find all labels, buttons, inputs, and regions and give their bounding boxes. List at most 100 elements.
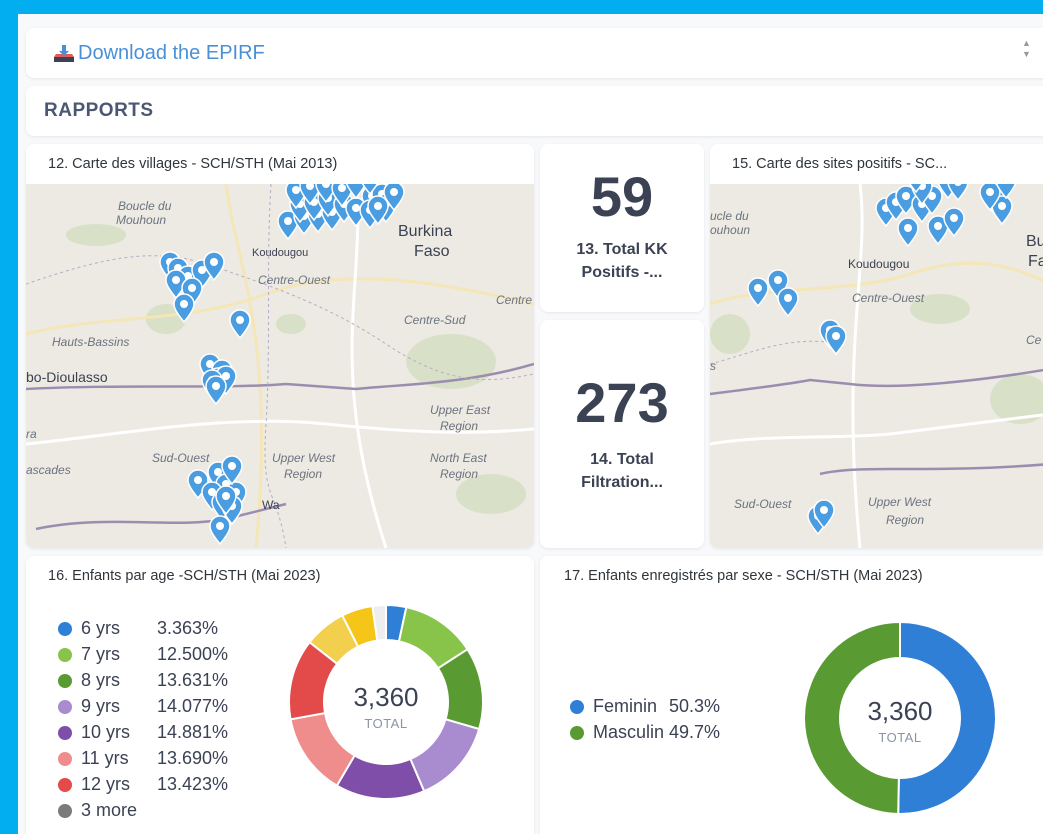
map-place-label: Centre [496,293,532,307]
download-epirf-link[interactable]: Download the EPIRF [78,42,265,65]
map-place-label: ucle du [710,209,749,223]
map-place-label: Region [440,467,478,481]
map-place-label: s [710,359,716,373]
map-place-label: Upper West [272,451,336,465]
map-place-label: Centre-Ouest [258,273,331,287]
map-place-label: ascades [26,463,71,477]
map-place-label: ra [26,427,37,441]
donut-total-label: TOTAL [364,716,408,731]
map-place-label: Upper West [868,495,932,509]
map-villages[interactable]: Boucle du Mouhoun Koudougou Burkina Faso Cent… [26,184,534,548]
legend-percent: 49.7% [669,722,721,742]
legend-label: 3 more [81,800,138,820]
donut-total-label: TOTAL [878,730,922,745]
map-place-label: Upper East [430,403,491,417]
legend-swatch [58,725,72,740]
legend-percent: 14.077% [157,696,229,716]
legend-label: 9 yrs [81,696,121,716]
map-place-label: Ce [1026,333,1042,347]
kpi-label: 13. Total KK Positifs -... [576,241,668,281]
legend-item[interactable]: 8 yrs 13.631% [58,670,228,691]
map-place-label: Centre-Ouest [852,291,925,305]
map-place-label: Burkina [398,223,452,240]
legend-label: 6 yrs [81,618,121,638]
map-place-label: Koudougou [252,247,308,259]
legend-label: 11 yrs [81,748,129,768]
legend-swatch [58,673,72,688]
donut-total-value: 3,360 [867,696,933,726]
kpi-total-kk-card[interactable]: 59 13. Total KK Positifs -... [540,144,704,312]
legend-item[interactable]: 11 yrs 13.690% [58,748,228,769]
legend-item[interactable]: 9 yrs 14.077% [58,696,228,717]
download-card: Download the EPIRF ▲ ▼ [26,28,1043,78]
map-place-label: Sud-Ouest [152,451,210,465]
legend-swatch [58,751,72,766]
kpi-value: 273 [575,371,669,434]
map-place-label: Region [284,467,322,481]
legend-item[interactable]: Feminin 50.3% [570,696,720,717]
legend-label: Masculin [593,722,665,742]
legend-item[interactable]: Masculin 49.7% [570,722,720,743]
map-terrain [66,224,126,246]
sex-chart-card[interactable]: 17. Enfants enregistrés par sexe - SCH/S… [540,556,1043,834]
legend-percent: 13.631% [157,670,229,690]
legend-label: Feminin [593,696,658,716]
kpi-label: 14. Total Filtration... [581,451,663,491]
legend-item[interactable]: 10 yrs 14.881% [58,722,228,743]
legend-swatch [58,699,72,714]
card-title: 16. Enfants par age -SCH/STH (Mai 2023) [48,568,321,584]
legend-label: 7 yrs [81,644,121,664]
legend-label: 12 yrs [81,774,131,794]
legend-percent: 13.423% [157,774,229,794]
age-chart-card[interactable]: 16. Enfants par age -SCH/STH (Mai 2023) … [26,556,534,834]
map-place-label: Sud-Ouest [734,497,792,511]
map-place-label: Region [440,419,478,433]
dashboard-frame: Download the EPIRF ▲ ▼ RAPPORTS 12. Carte… [18,14,1043,834]
map-positive-sites[interactable]: ucle duouhoun Koudougou Bur Fa Centre-Ouest C… [710,184,1043,548]
legend-swatch [58,647,72,662]
donut-total-value: 3,360 [353,682,419,712]
kpi-value: 59 [590,165,654,228]
map-place-label: Hauts-Bassins [52,335,129,349]
map-place-label: ouhoun [710,223,750,237]
map-place-label: Boucle du [118,199,172,213]
legend-item[interactable]: 7 yrs 12.500% [58,644,228,665]
rapports-card: RAPPORTS [26,86,1043,136]
legend-swatch [58,621,72,636]
legend-item[interactable]: 12 yrs 13.423% [58,774,228,795]
kpi-total-filtration-card[interactable]: 273 14. Total Filtration... [540,320,704,548]
map-place-label: Koudougou [848,257,909,271]
legend-percent: 3.363% [157,618,219,638]
card-title: 17. Enfants enregistrés par sexe - SCH/S… [564,568,923,584]
legend-swatch [570,699,584,714]
legend-percent: 13.690% [157,748,229,768]
map-place-label: Region [886,513,924,527]
map-place-label: Wa [262,498,280,512]
legend-item[interactable]: 3 more [58,800,157,821]
legend-label: 10 yrs [81,722,131,742]
map-villages-card[interactable]: 12. Carte des villages - SCH/STH (Mai 20… [26,144,534,548]
map-terrain [276,314,306,334]
legend-label: 8 yrs [81,670,121,690]
map-positive-sites-card[interactable]: 15. Carte des sites positifs - SC... ucl… [710,144,1043,548]
legend-swatch [58,777,72,792]
download-icon[interactable] [52,44,76,69]
map-place-label: Faso [414,243,450,260]
map-place-label: North East [430,451,487,465]
section-title: RAPPORTS [44,100,154,121]
legend-percent: 50.3% [669,696,721,716]
legend-percent: 14.881% [157,722,229,742]
donut-center: 3,360 TOTAL [336,682,436,731]
legend-swatch [58,803,72,818]
legend-percent: 12.500% [157,644,229,664]
map-place-label: Centre-Sud [404,313,466,327]
legend-item[interactable]: 6 yrs 3.363% [58,618,218,639]
donut-center: 3,360 TOTAL [850,696,950,745]
card-title: 12. Carte des villages - SCH/STH (Mai 20… [48,156,338,172]
map-place-label: bo-Dioulasso [26,369,108,385]
map-place-label: Mouhoun [116,213,166,227]
map-place-label: Fa [1028,253,1043,270]
legend-swatch [570,725,584,740]
map-place-label: Bur [1026,233,1043,250]
scroll-arrows-icon[interactable]: ▲ ▼ [1022,38,1031,60]
